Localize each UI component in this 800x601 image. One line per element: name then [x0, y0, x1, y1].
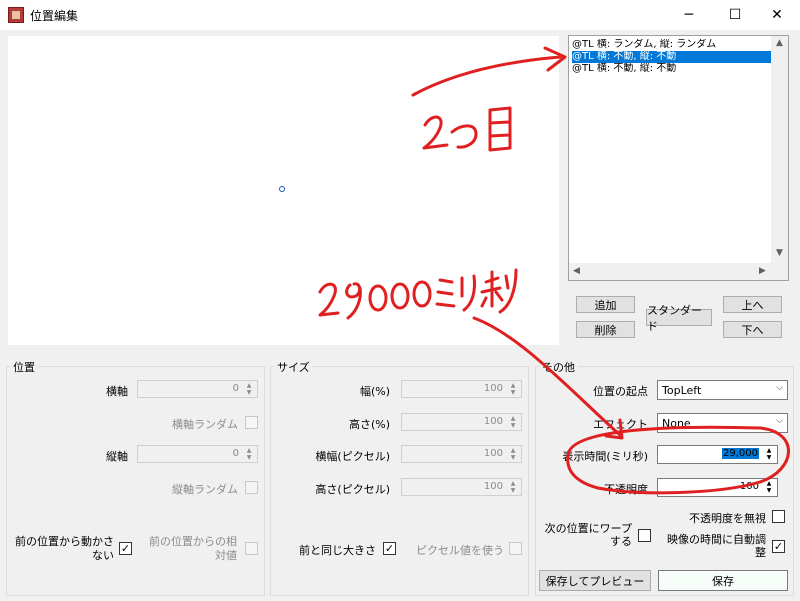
- maximize-button[interactable]: ☐: [712, 0, 758, 30]
- minimize-button[interactable]: ─: [666, 0, 712, 30]
- display-time-spinner[interactable]: 29,000 ▲ ▼: [657, 445, 778, 464]
- use-pixel-label: ピクセル値を使う: [416, 544, 504, 557]
- y-axis-label: 縦軸: [106, 450, 128, 463]
- y-random-label: 縦軸ランダム: [172, 483, 238, 496]
- height-px-label: 高さ(ピクセル): [315, 483, 390, 496]
- vertical-scrollbar[interactable]: ▲ ▼: [771, 36, 788, 280]
- save-preview-button[interactable]: 保存してプレビュー: [539, 570, 651, 591]
- down-button[interactable]: 下へ: [723, 321, 782, 338]
- height-px-spinner: 100 ▲ ▼: [401, 478, 522, 496]
- relative-label: 前の位置からの相対値: [149, 535, 237, 562]
- display-time-value[interactable]: 29,000: [722, 448, 759, 459]
- y-random-checkbox: [245, 481, 258, 494]
- x-axis-spinner: 0 ▲ ▼: [137, 380, 258, 398]
- size-group-title: サイズ: [274, 359, 313, 375]
- relative-checkbox: [245, 542, 258, 555]
- app-icon: [8, 7, 24, 23]
- height-pct-spinner: 100 ▲ ▼: [401, 413, 522, 431]
- save-button[interactable]: 保存: [658, 570, 788, 591]
- x-random-checkbox: [245, 416, 258, 429]
- width-pct-label: 幅(%): [359, 385, 390, 398]
- warp-checkbox[interactable]: [638, 529, 651, 542]
- position-group-title: 位置: [10, 359, 38, 375]
- position-marker[interactable]: [279, 186, 285, 192]
- other-group-title: その他: [539, 359, 578, 375]
- spinner-arrows-icon: ▲ ▼: [510, 480, 516, 494]
- standard-button[interactable]: スタンダード: [646, 304, 712, 333]
- scroll-down-icon[interactable]: ▼: [776, 248, 783, 258]
- chevron-down-icon: ⌵: [776, 383, 783, 393]
- ignore-opacity-label: 不透明度を無視: [689, 512, 766, 525]
- width-pct-spinner: 100 ▲ ▼: [401, 380, 522, 398]
- spinner-arrows-icon: ▲ ▼: [510, 447, 516, 461]
- effect-label: エフェクト: [593, 418, 648, 431]
- list-item[interactable]: @TL 横: 不動, 縦: 不動: [572, 63, 774, 75]
- width-px-label: 横幅(ピクセル): [315, 450, 390, 463]
- delete-button[interactable]: 削除: [576, 321, 635, 338]
- spinner-arrows-icon[interactable]: ▲ ▼: [762, 480, 776, 494]
- close-button[interactable]: ✕: [754, 0, 800, 30]
- no-move-checkbox[interactable]: ✓: [119, 542, 132, 555]
- no-move-label: 前の位置から動かさない: [15, 535, 114, 562]
- window-title: 位置編集: [30, 9, 79, 23]
- spinner-arrows-icon: ▲ ▼: [246, 447, 252, 461]
- x-axis-label: 横軸: [106, 385, 128, 398]
- spinner-arrows-icon: ▲ ▼: [246, 382, 252, 396]
- scroll-left-icon[interactable]: ◀: [573, 266, 580, 276]
- opacity-label: 不透明度: [604, 483, 648, 496]
- auto-adjust-checkbox[interactable]: ✓: [772, 540, 785, 553]
- position-list[interactable]: @TL 横: ランダム, 縦: ランダム @TL 横: 不動, 縦: 不動 @T…: [568, 35, 789, 281]
- warp-label: 次の位置にワープする: [544, 522, 632, 548]
- origin-select[interactable]: TopLeft ⌵: [657, 380, 788, 400]
- height-pct-label: 高さ(%): [348, 418, 390, 431]
- auto-adjust-label: 映像の時間に自動調整: [667, 533, 766, 559]
- spinner-arrows-icon[interactable]: ▲ ▼: [762, 447, 776, 461]
- x-random-label: 横軸ランダム: [172, 418, 238, 431]
- same-size-checkbox[interactable]: ✓: [383, 542, 396, 555]
- up-button[interactable]: 上へ: [723, 296, 782, 313]
- opacity-spinner[interactable]: 100 ▲ ▼: [657, 478, 778, 497]
- chevron-down-icon: ⌵: [776, 416, 783, 426]
- horizontal-scrollbar[interactable]: ◀ ▶: [569, 263, 772, 280]
- effect-select[interactable]: None ⌵: [657, 413, 788, 433]
- width-px-spinner: 100 ▲ ▼: [401, 445, 522, 463]
- y-axis-spinner: 0 ▲ ▼: [137, 445, 258, 463]
- scroll-up-icon[interactable]: ▲: [776, 38, 783, 48]
- spinner-arrows-icon: ▲ ▼: [510, 415, 516, 429]
- list-item-selected[interactable]: @TL 横: 不動, 縦: 不動: [572, 51, 774, 63]
- origin-label: 位置の起点: [593, 385, 648, 398]
- list-item[interactable]: @TL 横: ランダム, 縦: ランダム: [572, 39, 774, 51]
- ignore-opacity-checkbox[interactable]: [772, 510, 785, 523]
- spinner-arrows-icon: ▲ ▼: [510, 382, 516, 396]
- same-size-label: 前と同じ大きさ: [299, 544, 376, 557]
- add-button[interactable]: 追加: [576, 296, 635, 313]
- use-pixel-checkbox: [509, 542, 522, 555]
- display-time-label: 表示時間(ミリ秒): [562, 450, 648, 463]
- scroll-right-icon[interactable]: ▶: [759, 266, 766, 276]
